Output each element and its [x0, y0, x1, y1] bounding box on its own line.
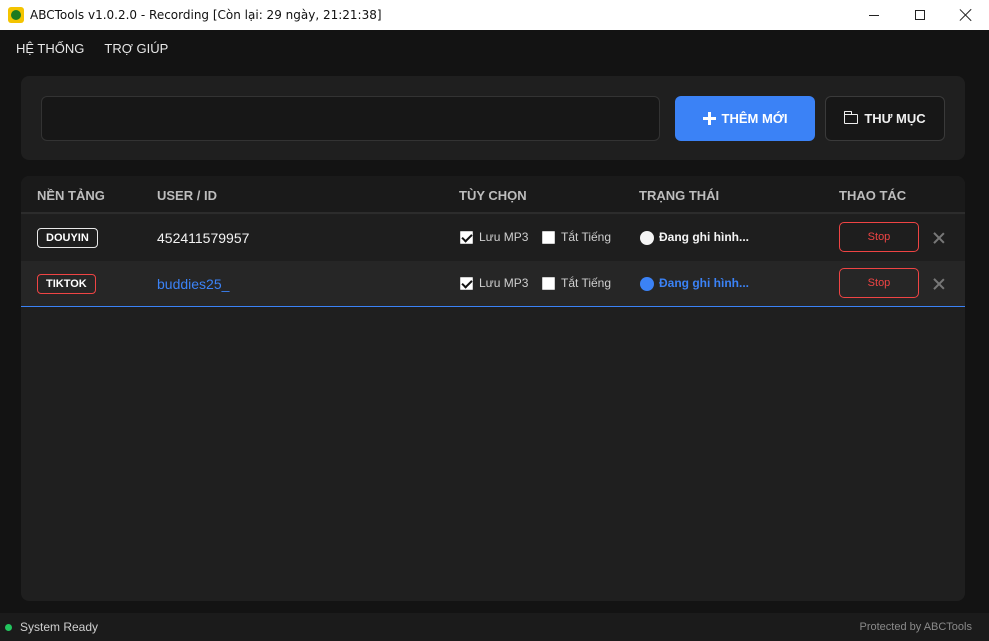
- menu-bar: HỆ THỐNG TRỢ GIÚP: [0, 30, 989, 66]
- header-status: TRẠNG THÁI: [639, 188, 720, 203]
- window-title: ABCTools v1.0.2.0 - Recording [Còn lại: …: [30, 8, 382, 22]
- window-controls: [851, 0, 989, 30]
- close-window-button[interactable]: [943, 0, 989, 30]
- remove-row-icon[interactable]: [933, 232, 945, 244]
- header-platform: NỀN TẢNG: [37, 188, 105, 203]
- mute-checkbox[interactable]: [542, 277, 555, 290]
- minimize-button[interactable]: [851, 0, 897, 30]
- maximize-button[interactable]: [897, 0, 943, 30]
- platform-badge: TIKTOK: [37, 274, 96, 294]
- remove-row-icon[interactable]: [933, 278, 945, 290]
- user-id: 452411579957: [157, 230, 250, 246]
- folder-label: THƯ MỤC: [864, 111, 926, 126]
- save-mp3-checkbox[interactable]: [460, 277, 473, 290]
- plus-icon: [702, 112, 716, 125]
- header-user: USER / ID: [157, 188, 217, 203]
- header-options: TÙY CHỌN: [459, 188, 527, 203]
- add-new-button[interactable]: THÊM MỚI: [675, 96, 815, 141]
- status-bar: System Ready Protected by ABCTools: [0, 613, 989, 641]
- table-row: TIKTOK buddies25_ Lưu MP3 Tắt Tiếng Đang…: [21, 261, 965, 307]
- user-id: buddies25_: [157, 276, 230, 292]
- mute-label: Tắt Tiếng: [561, 276, 612, 290]
- menu-tro-giup[interactable]: TRỢ GIÚP: [104, 41, 168, 56]
- stop-button[interactable]: Stop: [839, 268, 919, 298]
- recordings-table: NỀN TẢNG USER / ID TÙY CHỌN TRẠNG THÁI T…: [21, 176, 965, 601]
- credit-text: Protected by ABCTools: [859, 621, 972, 633]
- mute-checkbox[interactable]: [542, 231, 555, 244]
- system-status: System Ready: [20, 620, 99, 634]
- menu-he-thong[interactable]: HỆ THỐNG: [16, 41, 84, 56]
- ready-indicator-icon: [5, 623, 12, 631]
- status-text: Đang ghi hình...: [659, 230, 749, 244]
- maximize-icon: [915, 10, 925, 20]
- status-indicator-icon: [640, 277, 654, 291]
- status-text: Đang ghi hình...: [659, 276, 749, 290]
- mute-label: Tắt Tiếng: [561, 230, 612, 244]
- stop-button[interactable]: Stop: [839, 222, 919, 252]
- platform-badge: DOUYIN: [37, 228, 98, 248]
- app-logo-icon: [8, 7, 24, 23]
- save-mp3-label: Lưu MP3: [479, 276, 529, 290]
- url-input[interactable]: [41, 96, 660, 141]
- folder-button[interactable]: THƯ MỤC: [825, 96, 945, 141]
- header-actions: THAO TÁC: [839, 188, 907, 203]
- add-new-label: THÊM MỚI: [721, 111, 788, 126]
- table-header: NỀN TẢNG USER / ID TÙY CHỌN TRẠNG THÁI T…: [21, 176, 965, 214]
- save-mp3-checkbox[interactable]: [460, 231, 473, 244]
- title-bar: ABCTools v1.0.2.0 - Recording [Còn lại: …: [0, 0, 989, 30]
- minimize-icon: [869, 14, 879, 16]
- close-icon: [960, 9, 972, 21]
- input-panel: THÊM MỚI THƯ MỤC: [21, 76, 965, 160]
- table-row: DOUYIN 452411579957 Lưu MP3 Tắt Tiếng Đa…: [21, 215, 965, 261]
- status-indicator-icon: [640, 231, 654, 245]
- save-mp3-label: Lưu MP3: [479, 230, 529, 244]
- folder-open-icon: [843, 110, 859, 124]
